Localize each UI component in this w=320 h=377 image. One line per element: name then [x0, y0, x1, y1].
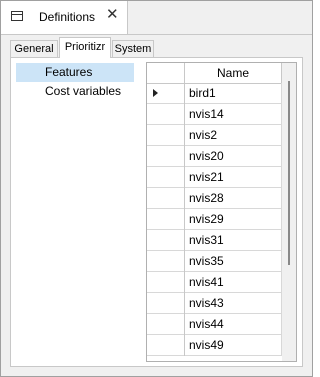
table-row[interactable]: nvis14	[147, 104, 282, 125]
row-header[interactable]	[147, 104, 185, 125]
name-cell[interactable]: nvis31	[185, 230, 282, 251]
tab-prioritizr[interactable]: Prioritizr	[59, 37, 111, 58]
name-cell[interactable]: nvis44	[185, 314, 282, 335]
name-cell[interactable]: nvis21	[185, 167, 282, 188]
row-header[interactable]	[147, 188, 185, 209]
table-row[interactable]: nvis43	[147, 293, 282, 314]
table-row[interactable]: nvis21	[147, 167, 282, 188]
name-cell[interactable]: nvis29	[185, 209, 282, 230]
vertical-scrollbar[interactable]	[282, 63, 296, 361]
table-row[interactable]: bird1	[147, 83, 282, 104]
row-header[interactable]	[147, 209, 185, 230]
table-row[interactable]: nvis20	[147, 146, 282, 167]
name-cell[interactable]: nvis35	[185, 251, 282, 272]
close-icon[interactable]: ✕	[106, 6, 119, 24]
row-header[interactable]	[147, 335, 185, 356]
name-cell[interactable]: nvis41	[185, 272, 282, 293]
name-cell[interactable]: nvis43	[185, 293, 282, 314]
row-header[interactable]	[147, 293, 185, 314]
tab-general[interactable]: General	[10, 40, 58, 57]
row-header[interactable]	[147, 146, 185, 167]
table-row[interactable]: nvis41	[147, 272, 282, 293]
document-tab-title: Definitions	[39, 10, 96, 24]
column-header-name[interactable]: Name	[185, 63, 282, 83]
sidebar-item-features[interactable]: Features	[16, 63, 134, 82]
scrollbar-thumb[interactable]	[288, 81, 290, 265]
table-row[interactable]: nvis31	[147, 230, 282, 251]
row-header[interactable]	[147, 83, 185, 104]
row-header[interactable]	[147, 230, 185, 251]
name-cell[interactable]: nvis20	[185, 146, 282, 167]
definitions-document-tab[interactable]: Definitions ✕	[1, 1, 128, 34]
name-cell[interactable]: nvis14	[185, 104, 282, 125]
sidebar-item-cost-variables[interactable]: Cost variables	[16, 82, 134, 101]
name-cell[interactable]: nvis2	[185, 125, 282, 146]
grid-corner[interactable]	[147, 63, 185, 83]
table-row[interactable]: nvis2	[147, 125, 282, 146]
prioritizr-panel: Features Cost variables Name bird1 nvis14…	[10, 57, 303, 367]
name-cell[interactable]: nvis28	[185, 188, 282, 209]
features-grid: Name bird1 nvis14 nvis2 nvis20 nvis21 nvis28 n…	[146, 62, 297, 362]
table-row[interactable]: nvis35	[147, 251, 282, 272]
definitions-window: Definitions ✕ General Prioritizr System …	[0, 0, 313, 377]
tab-system[interactable]: System	[112, 40, 154, 57]
current-row-indicator-icon	[153, 89, 158, 97]
row-header[interactable]	[147, 125, 185, 146]
row-header[interactable]	[147, 314, 185, 335]
table-row[interactable]: nvis44	[147, 314, 282, 335]
row-header[interactable]	[147, 272, 185, 293]
window-icon	[11, 11, 23, 21]
name-cell[interactable]: nvis49	[185, 335, 282, 356]
grid-header: Name	[147, 63, 282, 84]
row-header[interactable]	[147, 167, 185, 188]
table-row[interactable]: nvis29	[147, 209, 282, 230]
name-cell[interactable]: bird1	[185, 83, 282, 104]
table-row[interactable]: nvis28	[147, 188, 282, 209]
document-tab-strip: Definitions ✕	[1, 1, 312, 35]
table-row[interactable]: nvis49	[147, 335, 282, 356]
row-header[interactable]	[147, 251, 185, 272]
